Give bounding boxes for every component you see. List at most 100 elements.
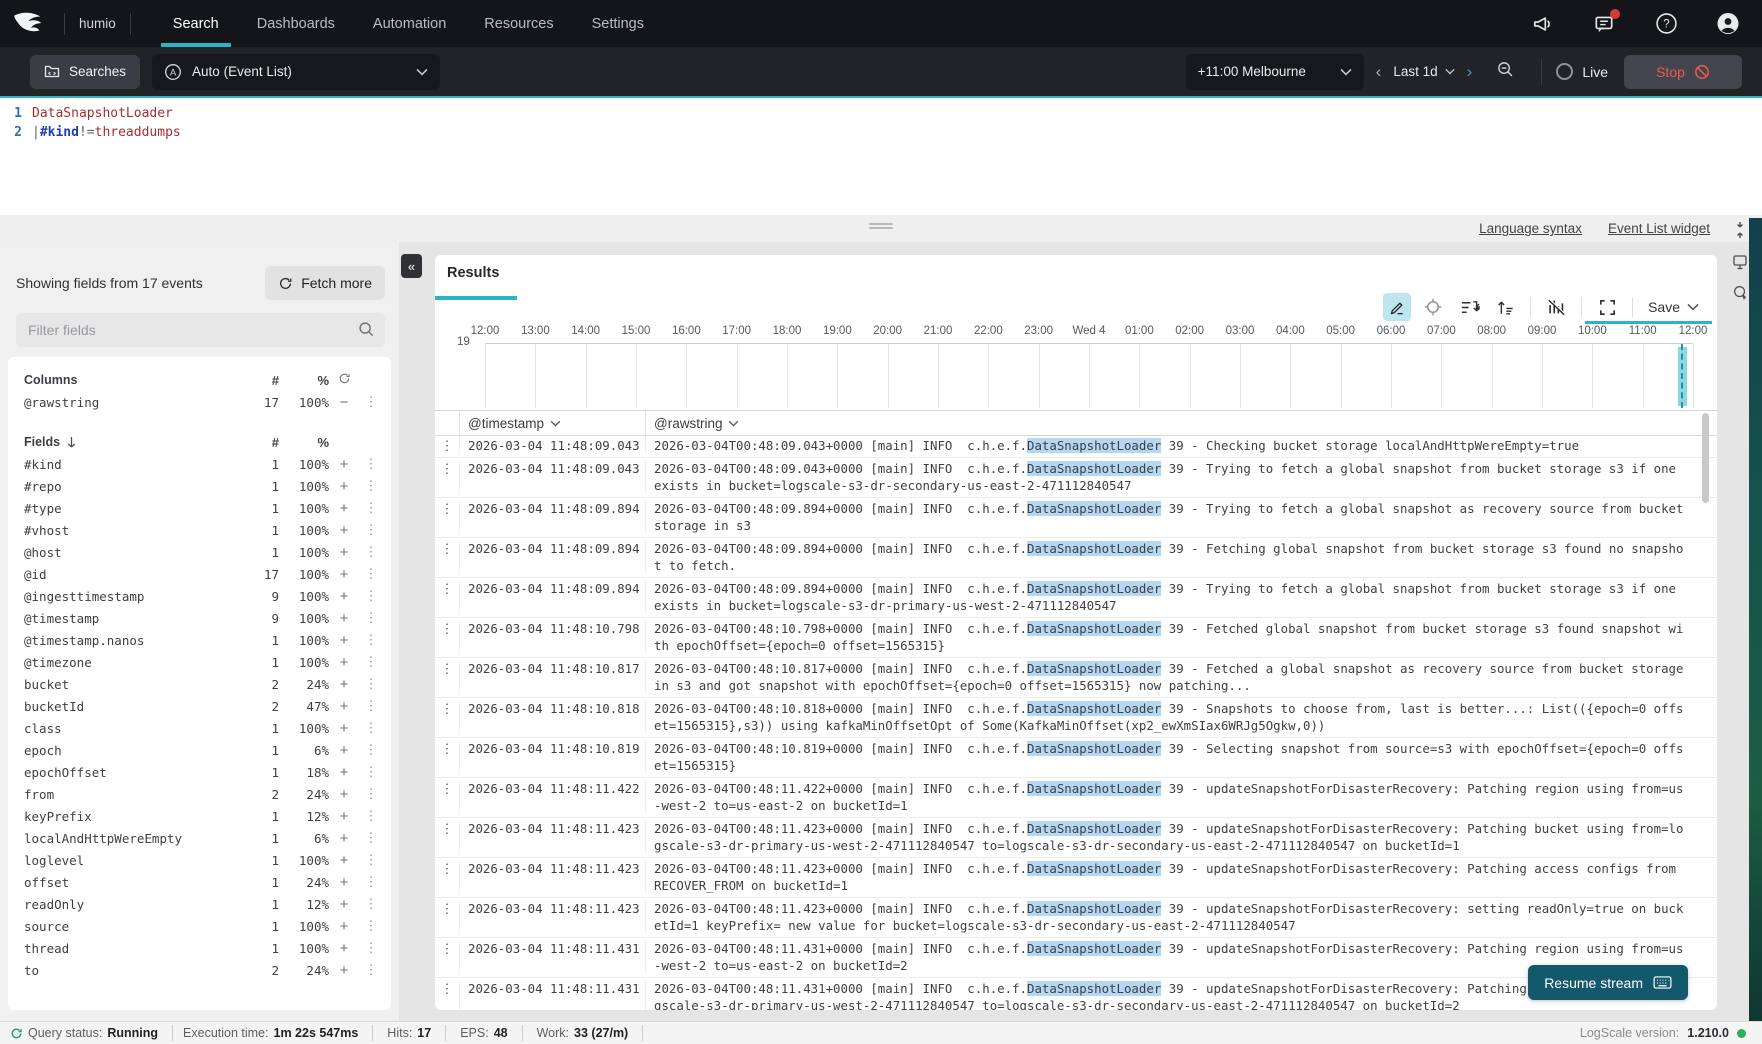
results-tab[interactable]: Results <box>447 265 499 281</box>
field-name[interactable]: @host <box>24 545 239 560</box>
field-name[interactable]: from <box>24 787 239 802</box>
field-menu-button[interactable]: ⋮ <box>359 500 383 516</box>
event-menu-button[interactable]: ⋮ <box>435 660 459 694</box>
searches-button[interactable]: Searches <box>30 55 140 89</box>
add-field-button[interactable]: + <box>329 654 359 671</box>
columns-refresh-icon[interactable] <box>329 372 359 389</box>
event-menu-button[interactable]: ⋮ <box>435 860 459 894</box>
field-menu-button[interactable]: ⋮ <box>359 720 383 736</box>
vertical-scrollbar[interactable] <box>1702 413 1709 503</box>
field-menu-button[interactable]: ⋮ <box>359 544 383 560</box>
field-name[interactable]: @rawstring <box>24 395 239 410</box>
field-menu-button[interactable]: ⋮ <box>359 940 383 956</box>
field-menu-button[interactable]: ⋮ <box>359 808 383 824</box>
field-name[interactable]: @id <box>24 567 239 582</box>
field-name[interactable]: thread <box>24 941 239 956</box>
field-menu-button[interactable]: ⋮ <box>359 698 383 714</box>
rawstring-column-header[interactable]: @rawstring <box>645 411 1689 435</box>
event-row[interactable]: ⋮2026-03-04 11:48:11.4312026-03-04T00:48… <box>435 938 1717 978</box>
add-field-button[interactable]: + <box>329 808 359 825</box>
field-menu-button[interactable]: ⋮ <box>359 456 383 472</box>
repo-name[interactable]: humio <box>79 16 116 31</box>
field-menu-button[interactable]: ⋮ <box>359 786 383 802</box>
add-field-button[interactable]: + <box>329 500 359 517</box>
field-name[interactable]: loglevel <box>24 853 239 868</box>
field-menu-button[interactable]: ⋮ <box>359 394 383 410</box>
nav-tab-dashboards[interactable]: Dashboards <box>245 0 347 47</box>
timeline-histogram[interactable] <box>485 343 1693 408</box>
save-button[interactable]: Save <box>1648 299 1699 315</box>
field-menu-button[interactable]: ⋮ <box>359 962 383 978</box>
field-menu-button[interactable]: ⋮ <box>359 566 383 582</box>
time-range-selector[interactable]: Last 1d <box>1393 64 1454 79</box>
field-menu-button[interactable]: ⋮ <box>359 830 383 846</box>
field-menu-button[interactable]: ⋮ <box>359 852 383 868</box>
event-menu-button[interactable]: ⋮ <box>435 740 459 774</box>
field-name[interactable]: bucketId <box>24 699 239 714</box>
feedback-icon[interactable] <box>1592 12 1616 36</box>
query-editor[interactable]: 1 DataSnapshotLoader 2 | #kind != thread… <box>0 96 1762 223</box>
field-menu-button[interactable]: ⋮ <box>359 896 383 912</box>
event-row[interactable]: ⋮2026-03-04 11:48:11.4232026-03-04T00:48… <box>435 818 1717 858</box>
sort-down-icon[interactable] <box>66 436 77 449</box>
help-icon[interactable]: ? <box>1654 12 1678 36</box>
add-field-button[interactable]: + <box>329 962 359 979</box>
field-name[interactable]: @timestamp <box>24 611 239 626</box>
collapse-sidebar-button[interactable]: « <box>401 254 422 278</box>
event-menu-button[interactable]: ⋮ <box>435 700 459 734</box>
add-field-button[interactable]: + <box>329 874 359 891</box>
stop-button[interactable]: Stop <box>1624 55 1742 89</box>
event-menu-button[interactable]: ⋮ <box>435 900 459 934</box>
zoom-out-button[interactable] <box>1484 60 1527 84</box>
event-menu-button[interactable]: ⋮ <box>435 460 459 494</box>
add-field-button[interactable]: + <box>329 720 359 737</box>
add-field-button[interactable]: + <box>329 478 359 495</box>
annotate-tool-button[interactable] <box>1383 293 1411 321</box>
nav-tab-automation[interactable]: Automation <box>361 0 458 47</box>
event-menu-button[interactable]: ⋮ <box>435 820 459 854</box>
filter-fields-input[interactable] <box>16 313 385 347</box>
field-menu-button[interactable]: ⋮ <box>359 676 383 692</box>
user-avatar[interactable] <box>1716 12 1740 36</box>
event-row[interactable]: ⋮2026-03-04 11:48:10.8172026-03-04T00:48… <box>435 658 1717 698</box>
toggle-histogram-button[interactable] <box>1542 293 1570 321</box>
add-field-button[interactable]: + <box>329 940 359 957</box>
add-field-button[interactable]: + <box>329 764 359 781</box>
add-field-button[interactable]: + <box>329 566 359 583</box>
timestamp-column-header[interactable]: @timestamp <box>459 411 645 435</box>
event-row[interactable]: ⋮2026-03-04 11:48:09.0432026-03-04T00:48… <box>435 458 1717 498</box>
wrap-lines-button[interactable] <box>1455 293 1483 321</box>
add-field-button[interactable]: + <box>329 698 359 715</box>
event-row[interactable]: ⋮2026-03-04 11:48:09.0432026-03-04T00:48… <box>435 435 1717 458</box>
add-field-button[interactable]: + <box>329 522 359 539</box>
event-list-widget-link[interactable]: Event List widget <box>1608 221 1710 236</box>
event-row[interactable]: ⋮2026-03-04 11:48:10.8192026-03-04T00:48… <box>435 738 1717 778</box>
field-menu-button[interactable]: ⋮ <box>359 610 383 626</box>
event-menu-button[interactable]: ⋮ <box>435 980 459 1010</box>
field-name[interactable]: localAndHttpWereEmpty <box>24 831 239 846</box>
nav-tab-search[interactable]: Search <box>161 0 231 47</box>
nav-tab-resources[interactable]: Resources <box>472 0 565 47</box>
time-next-button[interactable]: › <box>1455 62 1485 82</box>
time-prev-button[interactable]: ‹ <box>1364 62 1394 82</box>
event-menu-button[interactable]: ⋮ <box>435 540 459 574</box>
crosshair-tool-button[interactable] <box>1419 293 1447 321</box>
event-menu-button[interactable]: ⋮ <box>435 620 459 654</box>
field-name[interactable]: @timezone <box>24 655 239 670</box>
add-field-button[interactable]: + <box>329 896 359 913</box>
field-menu-button[interactable]: ⋮ <box>359 764 383 780</box>
add-field-button[interactable]: + <box>329 852 359 869</box>
event-menu-button[interactable]: ⋮ <box>435 780 459 814</box>
event-row[interactable]: ⋮2026-03-04 11:48:11.4222026-03-04T00:48… <box>435 778 1717 818</box>
field-menu-button[interactable]: ⋮ <box>359 588 383 604</box>
nav-tab-settings[interactable]: Settings <box>580 0 656 47</box>
field-name[interactable]: to <box>24 963 239 978</box>
view-selector[interactable]: A Auto (Event List) <box>152 54 440 90</box>
field-name[interactable]: epochOffset <box>24 765 239 780</box>
add-field-button[interactable]: + <box>329 632 359 649</box>
field-menu-button[interactable]: ⋮ <box>359 522 383 538</box>
event-row[interactable]: ⋮2026-03-04 11:48:10.8182026-03-04T00:48… <box>435 698 1717 738</box>
field-name[interactable]: @timestamp.nanos <box>24 633 239 648</box>
event-row[interactable]: ⋮2026-03-04 11:48:11.4312026-03-04T00:48… <box>435 978 1717 1010</box>
add-field-button[interactable]: + <box>329 918 359 935</box>
